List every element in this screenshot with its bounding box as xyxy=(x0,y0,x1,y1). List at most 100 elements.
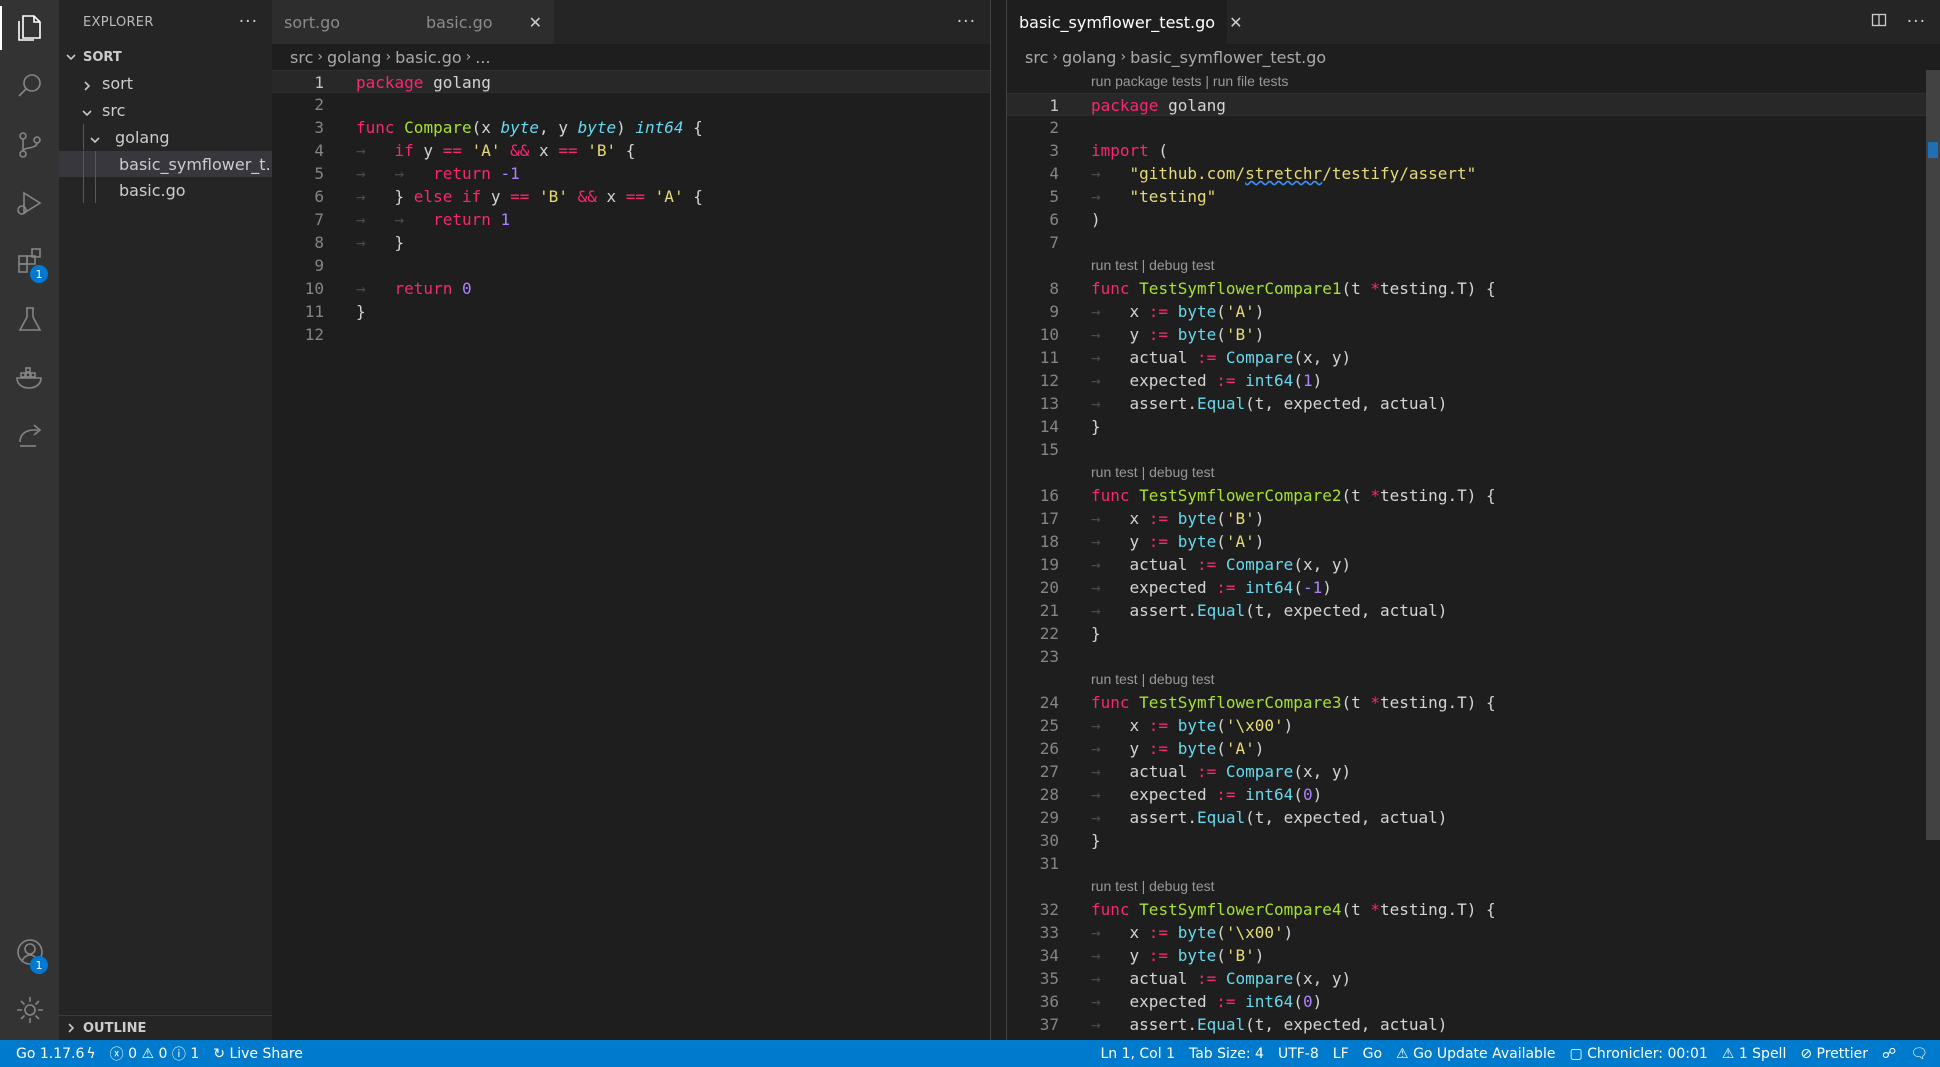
docker-icon[interactable] xyxy=(0,350,59,406)
more-actions-icon[interactable]: ··· xyxy=(957,12,976,32)
tab-basic-go[interactable]: basic.go ✕ xyxy=(414,0,554,44)
language-status[interactable]: Go xyxy=(1356,1040,1389,1067)
run-debug-icon[interactable] xyxy=(0,175,59,231)
go-update-status[interactable]: ⚠ Go Update Available xyxy=(1389,1040,1562,1067)
go-version-status[interactable]: Go 1.17.6 ϟ xyxy=(0,1040,103,1067)
testing-icon[interactable] xyxy=(0,292,59,348)
code-line: 12 → expected := int64(1) xyxy=(1039,371,1323,390)
chevron-down-icon xyxy=(81,104,93,117)
more-actions-icon[interactable]: ··· xyxy=(1907,12,1926,32)
code-line: 18 → y := byte('A') xyxy=(1039,532,1265,551)
codelens-run-debug[interactable]: run test | debug test xyxy=(1091,875,1215,898)
breadcrumb-item[interactable]: golang xyxy=(1062,48,1117,67)
code-line: 1 package golang xyxy=(272,70,990,93)
info-icon: ⓘ xyxy=(171,1046,186,1063)
tree-item-basic-symflower-test[interactable]: basic_symflower_t... xyxy=(59,151,272,177)
code-line: 10 → return 0 xyxy=(304,279,472,298)
error-count: 0 xyxy=(128,1045,138,1062)
breadcrumb: src › golang › basic_symflower_test.go xyxy=(1025,47,1327,67)
problems-status[interactable]: ⓧ 0 ⚠ 0 ⓘ 1 xyxy=(103,1040,207,1067)
close-icon[interactable]: ✕ xyxy=(1229,13,1242,32)
explorer-icon[interactable] xyxy=(0,0,59,56)
gear-icon[interactable] xyxy=(0,982,59,1038)
live-share-icon[interactable] xyxy=(0,408,59,464)
code-line: 15 xyxy=(1039,440,1059,459)
split-editor-icon[interactable] xyxy=(1871,12,1887,32)
codelens-package-tests[interactable]: run package tests | run file tests xyxy=(1091,70,1288,93)
tree-item-sort[interactable]: sort xyxy=(59,70,272,96)
code-line: 28 → expected := int64(0) xyxy=(1039,785,1323,804)
tab-basic-symflower-test[interactable]: basic_symflower_test.go ✕ xyxy=(1007,0,1242,44)
tree-item-label: basic_symflower_t... xyxy=(119,154,272,174)
tab-size-status[interactable]: Tab Size: 4 xyxy=(1182,1040,1271,1067)
codelens-run-debug[interactable]: run test | debug test xyxy=(1091,668,1215,691)
editor-actions: ··· xyxy=(957,0,976,44)
spell-status[interactable]: ⚠ 1 Spell xyxy=(1715,1040,1794,1067)
tab-bar: sort.go basic.go ✕ ··· xyxy=(272,0,990,44)
code-line: 14} xyxy=(1039,417,1101,436)
code-line: 16 func TestSymflowerCompare2(t *testing.… xyxy=(1039,486,1496,505)
breadcrumb-item[interactable]: golang xyxy=(327,48,382,67)
code-line: 21 → assert.Equal(t, expected, actual) xyxy=(1039,601,1448,620)
breadcrumb-item[interactable]: ... xyxy=(475,48,490,67)
code-line: 12 xyxy=(304,325,324,344)
code-line: 4 → "github.com/stretchr/testify/assert" xyxy=(1049,164,1477,183)
activity-bar: 1 1 xyxy=(0,0,59,1040)
outline-section-header[interactable]: OUTLINE xyxy=(59,1015,272,1040)
tab-sort-go[interactable]: sort.go xyxy=(272,0,414,44)
close-icon[interactable]: ✕ xyxy=(529,13,542,32)
code-line: 19 → actual := Compare(x, y) xyxy=(1039,555,1352,574)
live-share-label: Live Share xyxy=(229,1045,303,1062)
workspace-name: SORT xyxy=(83,49,122,65)
chevron-right-icon xyxy=(65,1022,77,1034)
breadcrumb-item[interactable]: basic.go xyxy=(395,48,462,67)
workspace-section-header[interactable]: SORT xyxy=(59,45,272,69)
explorer-sidebar: EXPLORER ··· SORT sort src golang basic_… xyxy=(59,0,272,1040)
more-actions-icon[interactable]: ··· xyxy=(239,12,258,32)
code-line: 25 → x := byte('\x00') xyxy=(1039,716,1294,735)
notifications-icon[interactable]: 🗨 xyxy=(1903,1040,1940,1067)
editor-splitter[interactable] xyxy=(990,0,1006,1040)
accounts-badge: 1 xyxy=(30,956,48,974)
codelens-run-debug[interactable]: run test | debug test xyxy=(1091,461,1215,484)
breadcrumb-item[interactable]: basic_symflower_test.go xyxy=(1130,48,1326,67)
cursor-position-status[interactable]: Ln 1, Col 1 xyxy=(1093,1040,1182,1067)
breadcrumb-item[interactable]: src xyxy=(290,48,313,67)
prettier-label: Prettier xyxy=(1816,1045,1869,1062)
live-share-icon: ↻ xyxy=(213,1045,225,1062)
tree-item-label: src xyxy=(102,100,126,120)
code-line: 9 → x := byte('A') xyxy=(1049,302,1265,321)
accounts-icon[interactable]: 1 xyxy=(0,924,59,980)
tree-item-label: golang xyxy=(115,127,170,147)
scrollbar-thumb[interactable] xyxy=(1926,70,1940,840)
breadcrumb-item[interactable]: src xyxy=(1025,48,1048,67)
encoding-status[interactable]: UTF-8 xyxy=(1271,1040,1326,1067)
tab-bar: basic_symflower_test.go ✕ ··· xyxy=(1007,0,1940,44)
source-control-icon[interactable] xyxy=(0,117,59,173)
warning-icon: ⚠ xyxy=(141,1045,155,1062)
code-line: 8 func TestSymflowerCompare1(t *testing.T… xyxy=(1049,279,1496,298)
feedback-icon[interactable]: ☍ xyxy=(1875,1040,1903,1067)
tree-item-label: sort xyxy=(102,73,133,93)
tree-item-golang[interactable]: golang xyxy=(59,124,272,150)
code-line: 31 xyxy=(1039,854,1059,873)
codelens-run-debug[interactable]: run test | debug test xyxy=(1091,254,1215,277)
code-line: 34 → y := byte('B') xyxy=(1039,946,1265,965)
editor-group-left: sort.go basic.go ✕ ··· src › golang › ba… xyxy=(272,0,990,1040)
tree-item-src[interactable]: src xyxy=(59,97,272,123)
code-line: 33 → x := byte('\x00') xyxy=(1039,923,1294,942)
live-share-status[interactable]: ↻ Live Share xyxy=(206,1040,310,1067)
chronicler-status[interactable]: ▢ Chronicler: 00:01 xyxy=(1562,1040,1714,1067)
search-icon[interactable] xyxy=(0,58,59,114)
code-line: 5 → → return -1 xyxy=(314,164,520,183)
code-line: 3 func Compare(x byte, y byte) int64 { xyxy=(314,118,703,137)
prettier-status[interactable]: ⊘ Prettier xyxy=(1793,1040,1875,1067)
code-line: 37 → assert.Equal(t, expected, actual) xyxy=(1039,1015,1448,1034)
code-line: 11} xyxy=(304,302,366,321)
code-line: 26 → y := byte('A') xyxy=(1039,739,1265,758)
tree-item-basic-go[interactable]: basic.go xyxy=(59,177,272,203)
vertical-scrollbar[interactable] xyxy=(1926,70,1940,1040)
code-line: 4 → if y == 'A' && x == 'B' { xyxy=(314,141,636,160)
eol-status[interactable]: LF xyxy=(1326,1040,1356,1067)
extensions-icon[interactable]: 1 xyxy=(0,233,59,289)
